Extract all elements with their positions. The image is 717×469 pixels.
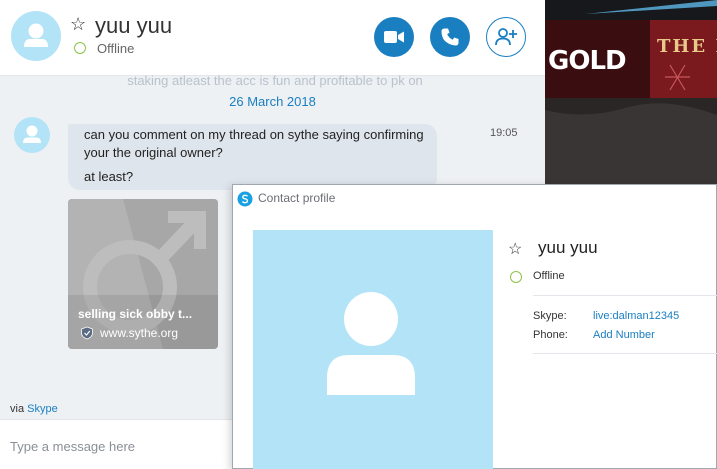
banner-text-gold: GOLD [548,46,627,76]
divider [533,295,717,296]
phone-label: Phone: [533,329,568,341]
message-text-followup: at least? [84,169,134,184]
skype-id-label: Skype: [533,310,567,322]
chat-header: ☆ yuu yuu Offline [0,0,545,76]
shield-icon [81,326,93,340]
link-preview-card[interactable]: selling sick obby t... www.sythe.org [68,199,218,349]
phone-icon [441,28,459,46]
audio-call-button[interactable] [430,17,470,57]
profile-titlebar[interactable]: Contact profile [233,185,716,211]
contact-status: Offline [97,41,135,56]
date-divider: 26 March 2018 [229,94,316,109]
link-preview-title: selling sick obby t... [78,307,193,321]
video-camera-icon [384,31,404,43]
banner-artwork [545,0,717,185]
add-number-link[interactable]: Add Number [593,329,655,341]
default-person-icon [23,125,41,143]
via-skype-link[interactable]: Skype [27,403,58,415]
divider [533,353,717,354]
skype-id-value[interactable]: live:dalman12345 [593,310,679,322]
video-call-button[interactable] [374,17,414,57]
banner-text-right: THE P [657,36,717,57]
profile-contact-name: yuu yuu [538,238,598,257]
default-person-icon [327,292,415,395]
presence-offline-icon [510,271,522,283]
profile-status: Offline [533,270,565,282]
message-sender-avatar[interactable] [14,117,50,153]
via-line: via Skype [10,403,58,415]
favorite-star-icon[interactable]: ☆ [508,239,522,259]
presence-offline-icon [74,42,86,54]
default-person-icon [24,23,48,47]
contact-avatar[interactable] [11,11,61,61]
profile-window-title: Contact profile [258,191,336,205]
contact-name[interactable]: yuu yuu [95,13,172,39]
favorite-star-icon[interactable]: ☆ [70,15,86,33]
skype-logo-icon [237,191,253,207]
message-timestamp: 19:05 [490,127,518,139]
link-preview-domain: www.sythe.org [100,326,179,340]
profile-photo [253,230,493,469]
contact-profile-window: Contact profile ☆ yuu yuu Offline Skype:… [232,184,717,469]
add-person-icon [495,28,517,46]
message-text: can you comment on my thread on sythe sa… [84,127,424,160]
previous-message-text: staking atleast the acc is fun and profi… [127,73,423,88]
via-prefix: via [10,403,25,415]
add-people-button[interactable] [486,17,526,57]
background-game-banner: GOLD THE P [545,0,717,185]
message-input-placeholder[interactable]: Type a message here [10,439,135,454]
